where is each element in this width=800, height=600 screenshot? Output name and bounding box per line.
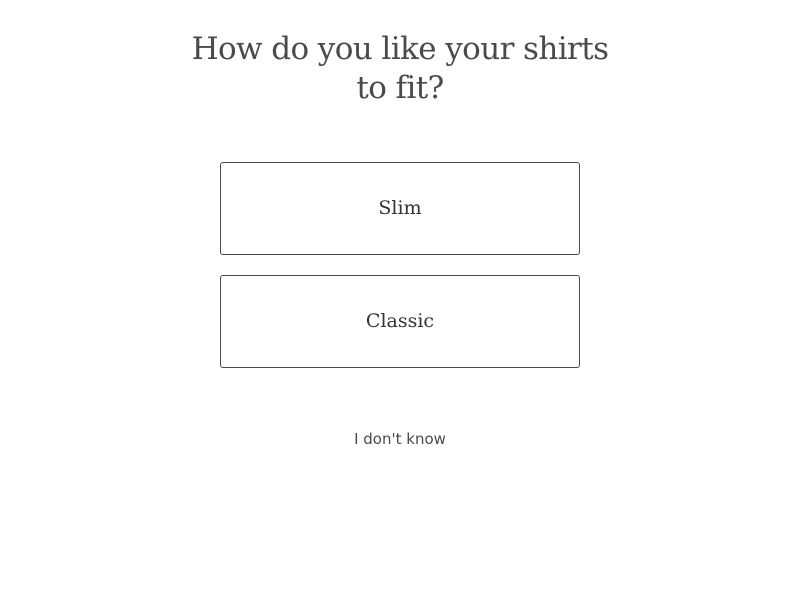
question-line-2: to fit?	[356, 70, 444, 106]
slim-option-button[interactable]: Slim	[220, 162, 580, 255]
dont-know-link[interactable]: I don't know	[300, 428, 500, 450]
fit-options: Slim Classic	[220, 162, 580, 388]
fit-quiz-page: How do you like your shirts to fit? Slim…	[0, 0, 800, 600]
classic-option-button[interactable]: Classic	[220, 275, 580, 368]
question-heading: How do you like your shirts to fit?	[150, 30, 650, 108]
question-line-1: How do you like your shirts	[191, 31, 609, 67]
